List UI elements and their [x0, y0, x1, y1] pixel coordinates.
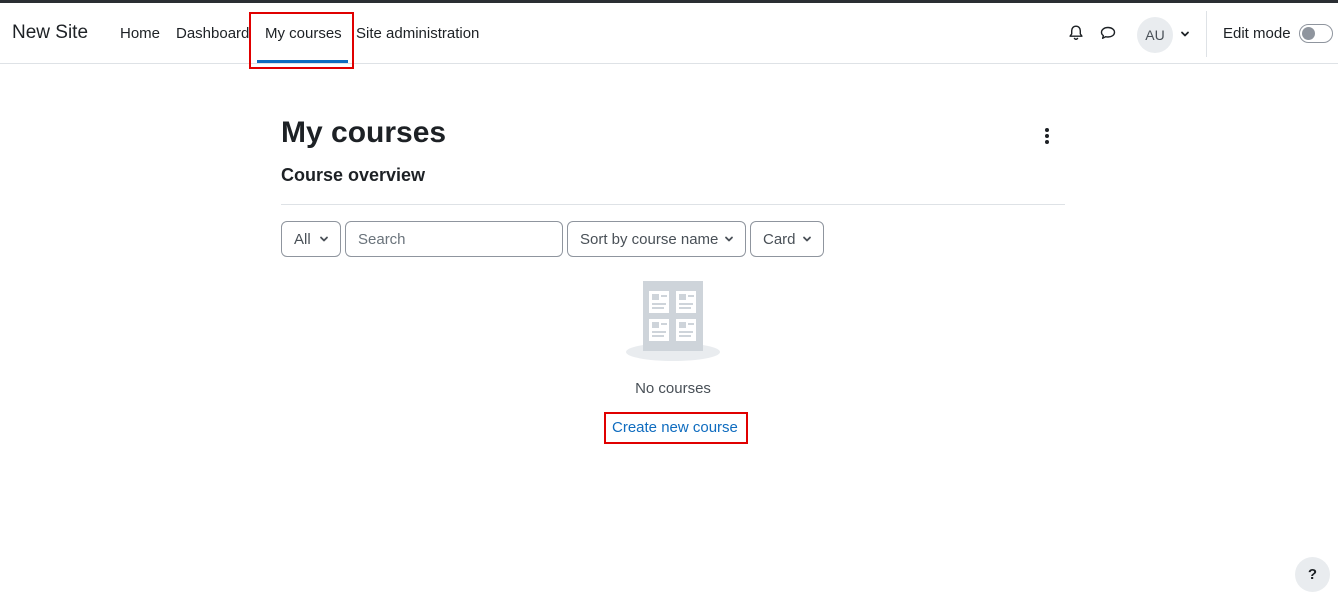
- chat-icon[interactable]: [1097, 22, 1119, 44]
- highlight-create-course: [604, 412, 748, 444]
- highlight-my-courses: [249, 12, 354, 69]
- navbar-divider: [1206, 11, 1207, 57]
- section-title: Course overview: [281, 165, 426, 185]
- nav-dashboard[interactable]: Dashboard: [176, 25, 249, 42]
- chevron-down-icon: [803, 236, 811, 242]
- search-input[interactable]: [345, 221, 563, 257]
- site-brand[interactable]: New Site: [12, 22, 88, 44]
- nav-home[interactable]: Home: [120, 25, 160, 42]
- avatar[interactable]: AU: [1137, 17, 1173, 53]
- grouping-value: All: [294, 230, 311, 248]
- bell-icon[interactable]: [1065, 22, 1087, 44]
- edit-mode-toggle[interactable]: [1299, 24, 1333, 43]
- edit-mode-label: Edit mode: [1223, 25, 1291, 42]
- chevron-down-icon: [725, 236, 733, 242]
- view-dropdown[interactable]: Card: [750, 221, 824, 257]
- grouping-dropdown[interactable]: All: [281, 221, 341, 257]
- kebab-menu-icon[interactable]: [1038, 125, 1056, 147]
- top-navbar: New Site Home Dashboard My courses Site …: [0, 3, 1338, 64]
- toggle-knob: [1302, 27, 1315, 40]
- help-button[interactable]: ?: [1295, 557, 1330, 592]
- section-divider: [281, 204, 1065, 205]
- chevron-down-icon[interactable]: [1174, 23, 1196, 45]
- empty-courses-icon: [626, 281, 720, 361]
- page-title: My courses: [281, 116, 447, 149]
- no-courses-message: No courses: [635, 380, 711, 397]
- sort-dropdown[interactable]: Sort by course name: [567, 221, 746, 257]
- sort-value: Sort by course name: [580, 230, 719, 248]
- nav-site-administration[interactable]: Site administration: [356, 25, 479, 42]
- view-value: Card: [763, 230, 796, 248]
- chevron-down-icon: [320, 236, 328, 242]
